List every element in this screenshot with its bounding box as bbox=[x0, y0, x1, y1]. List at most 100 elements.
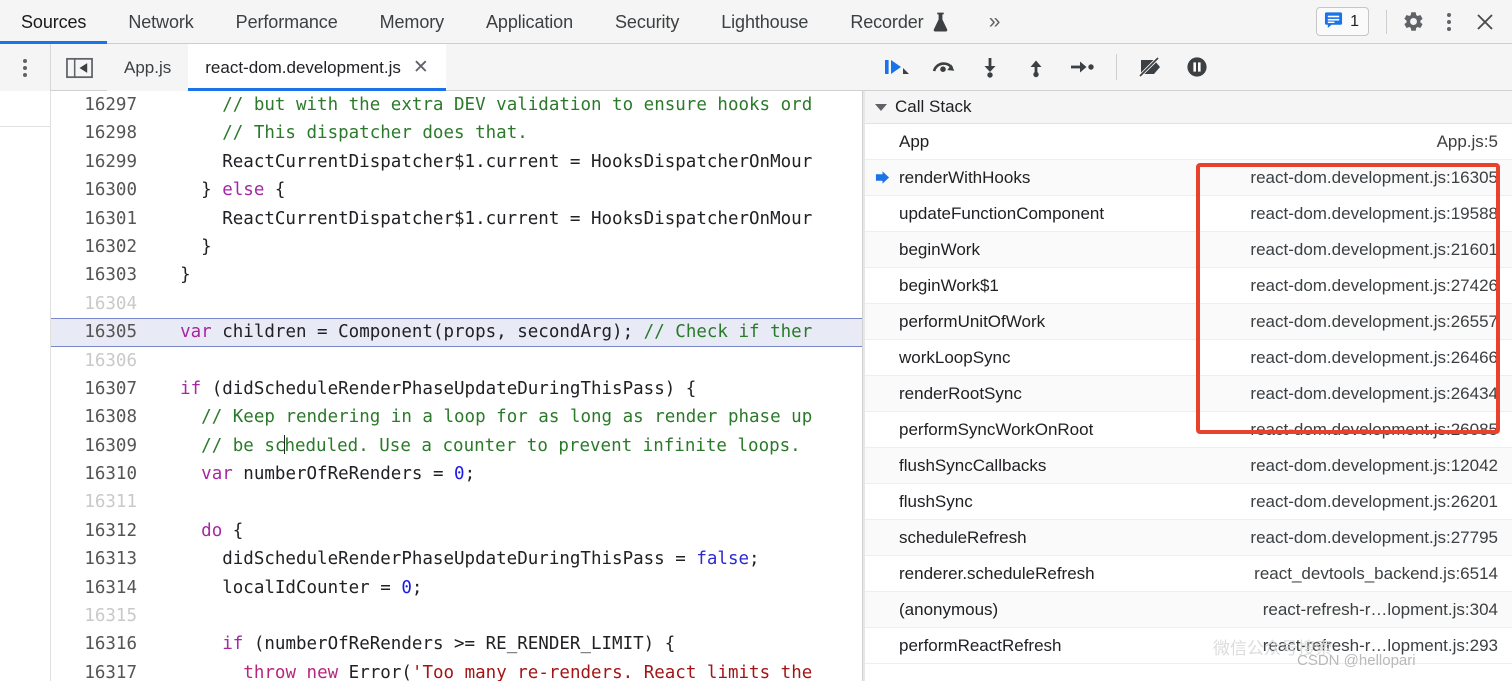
call-stack-frame-location[interactable]: react-dom.development.js:21601 bbox=[1250, 240, 1498, 260]
code-line[interactable]: 16308 // Keep rendering in a loop for as… bbox=[51, 403, 862, 431]
file-tab-app-js[interactable]: App.js bbox=[107, 44, 189, 91]
code-text[interactable]: // Keep rendering in a loop for as long … bbox=[148, 403, 862, 431]
line-number[interactable]: 16312 bbox=[51, 517, 148, 545]
panel-tab-network[interactable]: Network bbox=[107, 0, 214, 44]
kebab-menu-icon[interactable] bbox=[23, 58, 27, 77]
code-lines-container[interactable]: 16297 // but with the extra DEV validati… bbox=[51, 91, 862, 681]
code-line[interactable]: 16315 bbox=[51, 602, 862, 630]
close-icon[interactable]: ✕ bbox=[413, 58, 429, 77]
code-text[interactable]: // This dispatcher does that. bbox=[148, 119, 862, 147]
line-number[interactable]: 16305 bbox=[51, 319, 148, 345]
call-stack-frame[interactable]: workLoopSync react-dom.development.js:264… bbox=[865, 340, 1512, 376]
code-line[interactable]: 16310 var numberOfReRenders = 0; bbox=[51, 460, 862, 488]
call-stack-frame-location[interactable]: react-dom.development.js:26557 bbox=[1250, 312, 1498, 332]
code-line[interactable]: 16316 if (numberOfReRenders >= RE_RENDER… bbox=[51, 630, 862, 658]
code-line[interactable]: 16297 // but with the extra DEV validati… bbox=[51, 91, 862, 119]
line-number[interactable]: 16317 bbox=[51, 659, 148, 681]
code-text[interactable]: var numberOfReRenders = 0; bbox=[148, 460, 862, 488]
file-tab-react-dom-development-js[interactable]: react-dom.development.js ✕ bbox=[188, 44, 446, 91]
code-text[interactable]: if (didScheduleRenderPhaseUpdateDuringTh… bbox=[148, 375, 862, 403]
call-stack-frame[interactable]: renderRootSync react-dom.development.js:2… bbox=[865, 376, 1512, 412]
code-line[interactable]: 16306 bbox=[51, 347, 862, 375]
code-text[interactable]: do { bbox=[148, 517, 862, 545]
call-stack-frame-location[interactable]: react-dom.development.js:26201 bbox=[1250, 492, 1498, 512]
code-text[interactable]: // be scheduled. Use a counter to preven… bbox=[148, 432, 862, 460]
call-stack-frame-location[interactable]: App.js:5 bbox=[1437, 132, 1498, 152]
line-number[interactable]: 16302 bbox=[51, 233, 148, 261]
code-line[interactable]: 16299 ReactCurrentDispatcher$1.current =… bbox=[51, 148, 862, 176]
code-line[interactable]: 16317 throw new Error('Too many re-rende… bbox=[51, 659, 862, 681]
code-text[interactable]: didScheduleRenderPhaseUpdateDuringThisPa… bbox=[148, 545, 862, 573]
code-line[interactable]: 16303 } bbox=[51, 261, 862, 289]
call-stack-frame-location[interactable]: react-dom.development.js:27426 bbox=[1250, 276, 1498, 296]
step-out-button[interactable] bbox=[1017, 48, 1055, 86]
panel-tab-lighthouse[interactable]: Lighthouse bbox=[700, 0, 829, 44]
call-stack-frame[interactable]: scheduleRefresh react-dom.development.js:… bbox=[865, 520, 1512, 556]
call-stack-frame[interactable]: performUnitOfWork react-dom.development.j… bbox=[865, 304, 1512, 340]
call-stack-frame[interactable]: flushSync react-dom.development.js:26201 bbox=[865, 484, 1512, 520]
gear-icon[interactable] bbox=[1396, 5, 1430, 39]
code-text[interactable]: } bbox=[148, 261, 862, 289]
call-stack-frame[interactable]: beginWork$1 react-dom.development.js:2742… bbox=[865, 268, 1512, 304]
code-text[interactable]: if (numberOfReRenders >= RE_RENDER_LIMIT… bbox=[148, 630, 862, 658]
call-stack-frame-location[interactable]: react-refresh-r…lopment.js:304 bbox=[1263, 600, 1498, 620]
line-number[interactable]: 16311 bbox=[51, 488, 148, 516]
code-line[interactable]: 16312 do { bbox=[51, 517, 862, 545]
code-line[interactable]: 16304 bbox=[51, 290, 862, 318]
more-panels-button[interactable]: » bbox=[971, 0, 1019, 44]
panel-tab-application[interactable]: Application bbox=[465, 0, 594, 44]
source-code-editor[interactable]: 16297 // but with the extra DEV validati… bbox=[0, 91, 862, 681]
call-stack-frame[interactable]: performSyncWorkOnRoot react-dom.developme… bbox=[865, 412, 1512, 448]
line-number[interactable]: 16316 bbox=[51, 630, 148, 658]
call-stack-frame[interactable]: flushSyncCallbacks react-dom.development.… bbox=[865, 448, 1512, 484]
call-stack-frame-location[interactable]: react-dom.development.js:26085 bbox=[1250, 420, 1498, 440]
code-text[interactable]: } bbox=[148, 233, 862, 261]
line-number[interactable]: 16307 bbox=[51, 375, 148, 403]
line-number[interactable]: 16298 bbox=[51, 119, 148, 147]
deactivate-breakpoints-button[interactable] bbox=[1132, 48, 1170, 86]
code-text[interactable]: } else { bbox=[148, 176, 862, 204]
code-line[interactable]: 16311 bbox=[51, 488, 862, 516]
line-number[interactable]: 16300 bbox=[51, 176, 148, 204]
call-stack-frame[interactable]: updateFunctionComponent react-dom.develop… bbox=[865, 196, 1512, 232]
line-number[interactable]: 16301 bbox=[51, 205, 148, 233]
code-text[interactable]: throw new Error('Too many re-renders. Re… bbox=[148, 659, 862, 681]
show-navigator-icon[interactable] bbox=[51, 44, 107, 91]
code-line[interactable]: 16305 var children = Component(props, se… bbox=[51, 318, 862, 347]
line-number[interactable]: 16297 bbox=[51, 91, 148, 119]
panel-tab-sources[interactable]: Sources bbox=[0, 0, 108, 44]
line-number[interactable]: 16310 bbox=[51, 460, 148, 488]
line-number[interactable]: 16306 bbox=[51, 347, 148, 375]
console-message-badge[interactable]: 1 bbox=[1316, 7, 1369, 36]
code-text[interactable]: ReactCurrentDispatcher$1.current = Hooks… bbox=[148, 148, 862, 176]
code-line[interactable]: 16302 } bbox=[51, 233, 862, 261]
pause-on-exceptions-button[interactable] bbox=[1178, 48, 1216, 86]
code-line[interactable]: 16301 ReactCurrentDispatcher$1.current =… bbox=[51, 205, 862, 233]
code-text[interactable]: // but with the extra DEV validation to … bbox=[148, 91, 862, 119]
line-number[interactable]: 16308 bbox=[51, 403, 148, 431]
code-line[interactable]: 16313 didScheduleRenderPhaseUpdateDuring… bbox=[51, 545, 862, 573]
call-stack-section-header[interactable]: Call Stack bbox=[865, 91, 1512, 124]
call-stack-frame[interactable]: App App.js:5 bbox=[865, 124, 1512, 160]
line-number[interactable]: 16313 bbox=[51, 545, 148, 573]
panel-tab-recorder[interactable]: Recorder bbox=[829, 0, 970, 44]
call-stack-frame-location[interactable]: react-dom.development.js:26434 bbox=[1250, 384, 1498, 404]
code-text[interactable]: var children = Component(props, secondAr… bbox=[148, 319, 862, 345]
call-stack-frame-location[interactable]: react-dom.development.js:26466 bbox=[1250, 348, 1498, 368]
call-stack-frame[interactable]: beginWork react-dom.development.js:21601 bbox=[865, 232, 1512, 268]
call-stack-frame-location[interactable]: react-dom.development.js:16305 bbox=[1250, 168, 1498, 188]
code-line[interactable]: 16307 if (didScheduleRenderPhaseUpdateDu… bbox=[51, 375, 862, 403]
line-number[interactable]: 16309 bbox=[51, 432, 148, 460]
call-stack-frame[interactable]: (anonymous) react-refresh-r…lopment.js:30… bbox=[865, 592, 1512, 628]
close-icon[interactable] bbox=[1468, 5, 1502, 39]
code-line[interactable]: 16314 localIdCounter = 0; bbox=[51, 574, 862, 602]
step-button[interactable] bbox=[1063, 48, 1101, 86]
resume-script-execution-button[interactable] bbox=[879, 48, 917, 86]
panel-tab-security[interactable]: Security bbox=[594, 0, 700, 44]
call-stack-frame[interactable]: renderWithHooks react-dom.development.js:… bbox=[865, 160, 1512, 196]
code-line[interactable]: 16309 // be scheduled. Use a counter to … bbox=[51, 432, 862, 460]
step-into-button[interactable] bbox=[971, 48, 1009, 86]
step-over-button[interactable] bbox=[925, 48, 963, 86]
line-number[interactable]: 16303 bbox=[51, 261, 148, 289]
code-line[interactable]: 16298 // This dispatcher does that. bbox=[51, 119, 862, 147]
